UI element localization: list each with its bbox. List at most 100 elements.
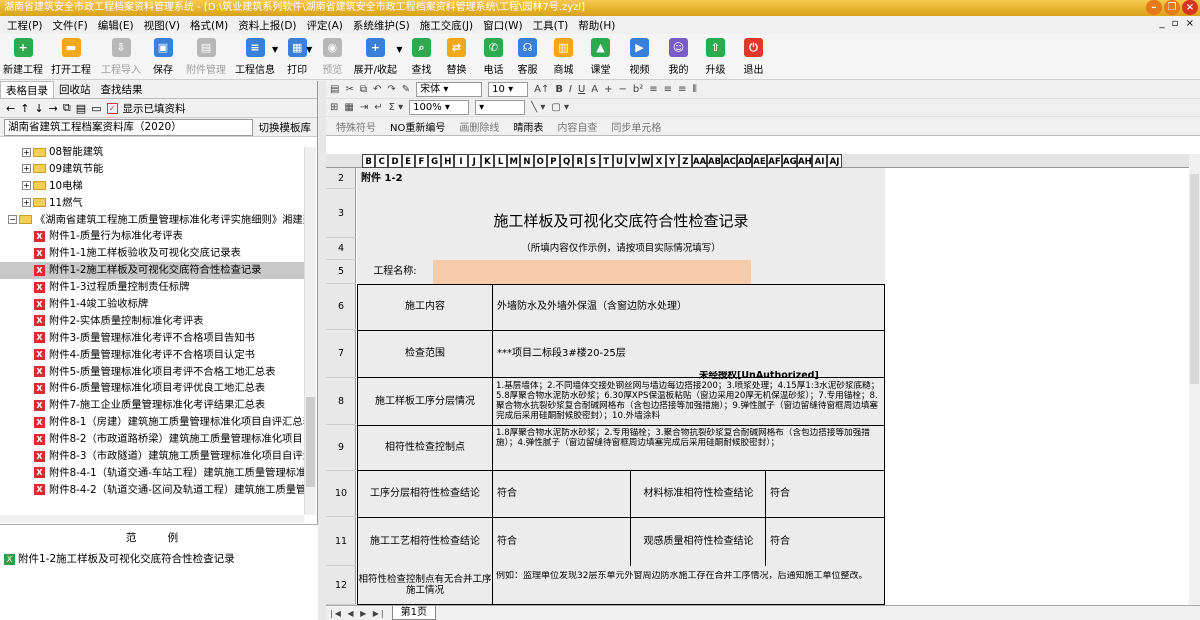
column-header-cell[interactable]: V <box>626 154 640 168</box>
weather-table-button[interactable]: 晴雨表 <box>513 119 543 134</box>
expand-collapse-button[interactable]: + 展开/收起 <box>348 34 402 80</box>
import-project-button[interactable]: ⇩ 工程导入 <box>96 34 146 80</box>
construction-content-value[interactable]: 外墙防水及外墙外保温（含窗边防水处理） <box>495 284 883 330</box>
close-button[interactable]: × <box>1182 0 1198 15</box>
control-points-value[interactable]: 1.8厚聚合物水泥防水砂浆；2.专用锚栓；3.聚合物抗裂砂浆复合耐碱网格布（含包… <box>496 428 884 468</box>
column-header-cell[interactable]: E <box>401 154 415 168</box>
layer-conclusion-label[interactable]: 工序分层相符性检查结论 <box>357 471 493 517</box>
font-select[interactable]: 宋体 ▾ <box>416 82 483 97</box>
column-header-cell[interactable]: W <box>639 154 653 168</box>
cut-icon[interactable]: ✂ <box>345 84 353 95</box>
column-header-cell[interactable]: P <box>546 154 560 168</box>
align-center-icon[interactable]: ≡ <box>664 84 672 95</box>
my-account-button[interactable]: ☺ 我的 <box>660 34 696 80</box>
row-header-cell[interactable]: 12 <box>326 566 356 605</box>
column-header-cell[interactable]: AJ <box>827 154 842 168</box>
menu-edit[interactable]: 编辑(E) <box>93 18 139 33</box>
zoom-select[interactable]: 100% ▾ <box>409 100 470 115</box>
column-header-cell[interactable]: Y <box>665 154 679 168</box>
renumber-button[interactable]: NO重新编号 <box>390 119 445 134</box>
example-item[interactable]: X 附件1-2施工样板及可视化交底符合性检查记录 <box>0 551 318 566</box>
project-name-label[interactable]: 工程名称: <box>357 260 433 284</box>
font-size-select[interactable]: 10 ▾ <box>488 82 529 97</box>
new-project-button[interactable]: + 新建工程 <box>0 34 46 80</box>
paste-icon[interactable]: ▤ <box>330 84 339 95</box>
line-icon[interactable]: ╲ ▾ <box>531 102 545 113</box>
undo-icon[interactable]: ↶ <box>373 84 381 95</box>
tree-item[interactable]: X 附件7-施工企业质量管理标准化考评结果汇总表 <box>0 397 304 414</box>
menu-format[interactable]: 格式(M) <box>185 18 233 33</box>
menu-project[interactable]: 工程(P) <box>2 18 48 33</box>
construction-content-label[interactable]: 施工内容 <box>357 284 493 330</box>
tree-item[interactable]: X 附件1-2施工样板及可视化交底符合性检查记录 <box>0 262 304 280</box>
column-header-cell[interactable]: N <box>520 154 534 168</box>
arrow-up-icon[interactable]: ↑ <box>20 102 29 115</box>
sheet-tab[interactable]: 第1页 <box>391 606 437 620</box>
row-header-cell[interactable]: 2 <box>326 168 356 189</box>
merged-process-label[interactable]: 相符性检查控制点有无合并工序施工情况 <box>357 567 493 605</box>
row-header-cell[interactable]: 7 <box>326 330 356 378</box>
menu-file[interactable]: 文件(F) <box>48 18 93 33</box>
copy-icon[interactable]: ⧉ <box>63 101 71 115</box>
merged-process-value[interactable]: 例如：监理单位发现32层东单元外窗周边防水施工存在合并工序情况，后通知施工单位整… <box>496 571 884 603</box>
arrow-right-icon[interactable]: → <box>49 102 58 115</box>
column-header-cell[interactable]: H <box>441 154 455 168</box>
service-button[interactable]: ☊ 客服 <box>510 34 544 80</box>
column-header-cell[interactable]: G <box>428 154 442 168</box>
sheet-title[interactable]: 施工样板及可视化交底符合性检查记录 <box>357 189 885 238</box>
row-header-cell[interactable]: 8 <box>326 378 356 425</box>
classroom-button[interactable]: ▲ 课堂 <box>582 34 618 80</box>
menu-report[interactable]: 资料上报(D) <box>233 18 301 33</box>
row-header-cell[interactable]: 6 <box>326 284 356 330</box>
material-conclusion-label[interactable]: 材料标准相符性检查结论 <box>631 471 766 517</box>
column-header-cell[interactable]: I <box>454 154 468 168</box>
arrow-down-icon[interactable]: ↓ <box>34 102 43 115</box>
phone-button[interactable]: ✆ 电话 <box>476 34 510 80</box>
tree-item[interactable]: X 附件5-质量管理标准化项目考评不合格工地汇总表 <box>0 364 304 381</box>
project-info-button[interactable]: ≡ 工程信息 <box>232 34 278 80</box>
find-button[interactable]: ⌕ 查找 <box>406 34 436 80</box>
restore-button[interactable]: ❐ <box>1164 0 1180 15</box>
scroll-thumb[interactable] <box>1190 174 1199 384</box>
row-header-cell[interactable]: 11 <box>326 517 356 566</box>
tree-item[interactable]: X 附件1-1施工样板验收及可视化交底记录表 <box>0 245 304 262</box>
strikethrough-button[interactable]: 画删除线 <box>459 119 499 134</box>
grow-font-icon[interactable]: A↑ <box>534 84 549 95</box>
column-header-cell[interactable]: AC <box>722 154 737 168</box>
bold-icon[interactable]: B <box>555 84 563 95</box>
column-header-cell[interactable]: M <box>507 154 521 168</box>
row-header-cell[interactable]: 10 <box>326 471 356 517</box>
column-header-cell[interactable]: D <box>388 154 402 168</box>
replace-button[interactable]: ⇄ 替换 <box>436 34 476 80</box>
tree-item[interactable]: X 附件8-1（房建）建筑施工质量管理标准化项目自评汇总表 <box>0 414 304 431</box>
arrow-left-icon[interactable]: ← <box>6 102 15 115</box>
menu-briefing[interactable]: 施工交底(J) <box>415 18 478 33</box>
library-select[interactable]: 湖南省建筑工程档案资料库（2020） <box>4 118 253 136</box>
process-layers-value[interactable]: 1.基层墙体；2.不同墙体交接处钢丝网与墙边每边搭接200；3.喷浆处理；4.1… <box>496 381 884 423</box>
superscript-icon[interactable]: b² <box>633 84 643 95</box>
appearance-conclusion-label[interactable]: 观感质量相符性检查结论 <box>631 517 766 566</box>
scroll-thumb[interactable] <box>306 397 315 487</box>
print-button[interactable]: ▦ 打印 <box>282 34 312 80</box>
border-icon[interactable]: ▦ <box>344 102 353 113</box>
shape-icon[interactable]: ▢ ▾ <box>551 102 569 113</box>
copy-icon[interactable]: ⧉ <box>360 84 367 95</box>
menu-view[interactable]: 视图(V) <box>139 18 185 33</box>
tab-search-results[interactable]: 查找结果 <box>96 81 148 98</box>
tree-item[interactable]: X 附件2-实体质量控制标准化考评表 <box>0 313 304 330</box>
appearance-conclusion-value[interactable]: 符合 <box>768 517 883 566</box>
attachment-number[interactable]: 附件 1-2 <box>361 168 561 189</box>
tree-item[interactable]: X 附件1-4竣工验收标牌 <box>0 296 304 313</box>
upgrade-button[interactable]: ⇧ 升级 <box>696 34 734 80</box>
column-header-cell[interactable]: AH <box>797 154 812 168</box>
merge-icon[interactable]: ⊞ <box>330 102 338 113</box>
menu-window[interactable]: 窗口(W) <box>478 18 528 33</box>
sheet-scrollbar[interactable] <box>1189 154 1200 605</box>
show-filled-checkbox[interactable]: ✓ <box>106 102 118 114</box>
tree-item[interactable]: +08智能建筑 <box>0 144 304 161</box>
sum-icon[interactable]: Σ ▾ <box>389 102 404 113</box>
tree-item[interactable]: X 附件3-质量管理标准化考评不合格项目告知书 <box>0 330 304 347</box>
column-header-cell[interactable]: C <box>375 154 389 168</box>
column-header-cell[interactable]: AI <box>812 154 827 168</box>
tab-recycle-bin[interactable]: 回收站 <box>54 81 96 98</box>
